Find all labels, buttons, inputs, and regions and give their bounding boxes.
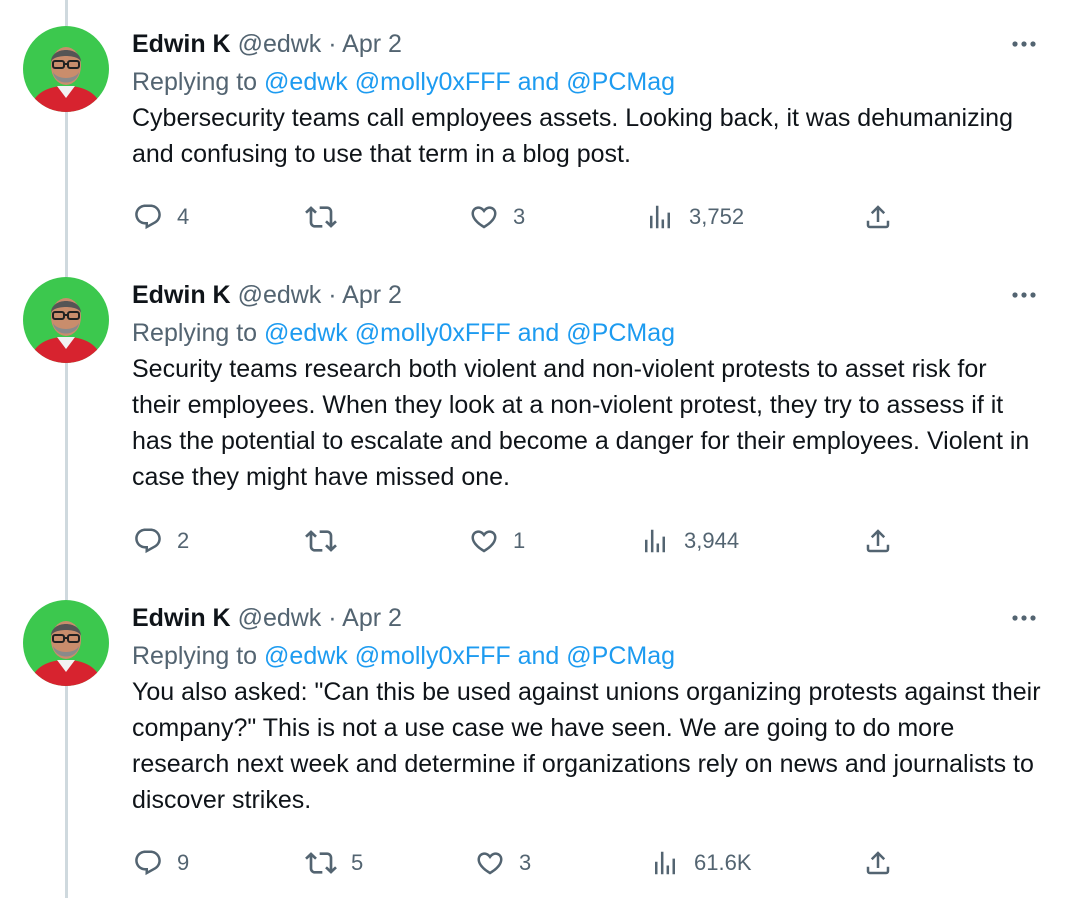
retweet-button[interactable]: 5	[305, 843, 363, 883]
mention-conjunction: and	[517, 642, 560, 670]
more-options-button[interactable]	[1004, 275, 1044, 315]
tweet-actions: 9 5 3 61.6K	[0, 843, 1070, 883]
tweet-text: You also asked: "Can this be used agains…	[132, 678, 1041, 814]
reply-icon	[135, 850, 161, 876]
header-separator: ·	[328, 281, 337, 309]
mention-conjunction: and	[517, 68, 560, 96]
mention-link[interactable]: @molly0xFFF	[355, 642, 511, 670]
replying-to-label: Replying to	[132, 68, 258, 96]
tweet-text: Cybersecurity teams call employees asset…	[132, 104, 1013, 168]
more-horizontal-icon	[1012, 615, 1036, 621]
views-chart-icon	[655, 851, 675, 875]
reply-button[interactable]: 9	[133, 843, 189, 883]
mention-conjunction: and	[517, 319, 560, 347]
reply-button[interactable]: 2	[133, 521, 189, 561]
tweet-date[interactable]: Apr 2	[342, 30, 402, 58]
view-count: 61.6K	[694, 850, 752, 875]
mention-link[interactable]: @PCMag	[566, 642, 675, 670]
avatar[interactable]	[23, 600, 109, 686]
like-count: 1	[513, 528, 526, 553]
mention-link[interactable]: @molly0xFFF	[355, 319, 511, 347]
views-chart-icon	[650, 205, 670, 229]
views-button[interactable]: 3,944	[640, 521, 739, 561]
tweet-date[interactable]: Apr 2	[342, 604, 402, 632]
mention-link[interactable]: @PCMag	[566, 319, 675, 347]
more-horizontal-icon	[1012, 292, 1036, 298]
retweet-icon	[305, 206, 337, 228]
views-chart-icon	[645, 529, 665, 553]
view-count: 3,944	[684, 528, 740, 553]
reply-count: 9	[177, 850, 190, 875]
mention-link[interactable]: @molly0xFFF	[355, 68, 511, 96]
reply-icon	[135, 204, 161, 230]
mention-link[interactable]: @edwk	[264, 642, 348, 670]
tweet-header: Edwin K @edwk · Apr 2	[132, 275, 402, 315]
more-options-button[interactable]	[1004, 24, 1044, 64]
tweet-text: Security teams research both violent and…	[132, 355, 1030, 491]
like-button[interactable]: 1	[469, 521, 525, 561]
share-button[interactable]	[863, 843, 893, 883]
like-count: 3	[513, 204, 526, 229]
author-name[interactable]: Edwin K	[132, 30, 231, 58]
author-handle[interactable]: @edwk	[238, 604, 322, 632]
replying-to-line: Replying to @edwk @molly0xFFF and @PCMag	[132, 64, 675, 100]
retweet-button[interactable]	[305, 521, 351, 561]
retweet-count: 5	[351, 850, 364, 875]
retweet-icon	[305, 852, 337, 874]
author-name[interactable]: Edwin K	[132, 281, 231, 309]
tweet-date[interactable]: Apr 2	[342, 281, 402, 309]
thread-connector-line	[65, 0, 68, 898]
author-handle[interactable]: @edwk	[238, 281, 322, 309]
tweet-actions: 4 3 3,752	[0, 197, 1070, 237]
heart-icon	[471, 530, 497, 553]
share-icon	[866, 851, 890, 875]
share-icon	[866, 529, 890, 553]
mention-link[interactable]: @edwk	[264, 319, 348, 347]
share-button[interactable]	[863, 521, 893, 561]
header-separator: ·	[328, 30, 337, 58]
mention-link[interactable]: @edwk	[264, 68, 348, 96]
like-count: 3	[519, 850, 532, 875]
view-count: 3,752	[689, 204, 745, 229]
replying-to-line: Replying to @edwk @molly0xFFF and @PCMag	[132, 315, 675, 351]
reply-count: 4	[177, 204, 190, 229]
tweet-actions: 2 1 3,944	[0, 521, 1070, 561]
retweet-button[interactable]	[305, 197, 351, 237]
share-button[interactable]	[863, 197, 893, 237]
reply-count: 2	[177, 528, 190, 553]
author-name[interactable]: Edwin K	[132, 604, 231, 632]
tweet-header: Edwin K @edwk · Apr 2	[132, 598, 402, 638]
avatar[interactable]	[23, 277, 109, 363]
heart-icon	[471, 206, 497, 229]
reply-button[interactable]: 4	[133, 197, 189, 237]
more-horizontal-icon	[1012, 41, 1036, 47]
avatar[interactable]	[23, 26, 109, 112]
reply-icon	[135, 528, 161, 554]
replying-to-line: Replying to @edwk @molly0xFFF and @PCMag	[132, 638, 675, 674]
replying-to-label: Replying to	[132, 319, 258, 347]
like-button[interactable]: 3	[469, 197, 525, 237]
mention-link[interactable]: @PCMag	[566, 68, 675, 96]
heart-icon	[477, 852, 503, 875]
author-handle[interactable]: @edwk	[238, 30, 322, 58]
share-icon	[866, 205, 890, 229]
more-options-button[interactable]	[1004, 598, 1044, 638]
views-button[interactable]: 3,752	[645, 197, 744, 237]
replying-to-label: Replying to	[132, 642, 258, 670]
tweet-header: Edwin K @edwk · Apr 2	[132, 24, 402, 64]
views-button[interactable]: 61.6K	[650, 843, 752, 883]
like-button[interactable]: 3	[475, 843, 531, 883]
retweet-icon	[305, 530, 337, 552]
header-separator: ·	[328, 604, 337, 632]
